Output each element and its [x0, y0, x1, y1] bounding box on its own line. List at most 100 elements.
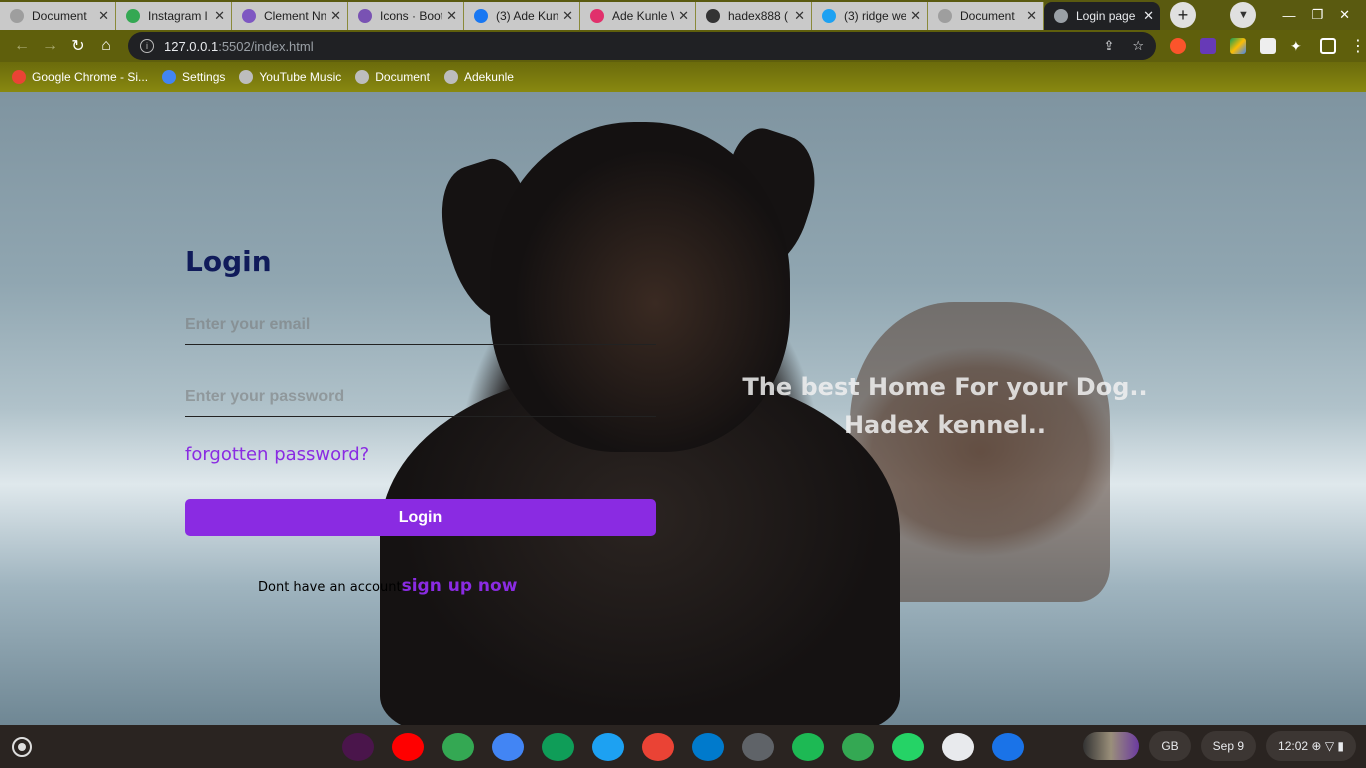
- tab-close-icon[interactable]: ✕: [1143, 8, 1154, 24]
- chrome-app-icon[interactable]: [442, 733, 474, 761]
- bookmark-favicon-icon: [443, 70, 458, 84]
- holding-space-icon[interactable]: [1083, 732, 1140, 760]
- settings-app-icon[interactable]: [742, 733, 774, 761]
- tab-3[interactable]: Icons · Boot ✕: [348, 2, 464, 30]
- tab-close-icon[interactable]: ✕: [562, 8, 573, 24]
- os-shelf: GB Sep 9 12:02 ⊕ ▽ ▮: [0, 725, 1366, 768]
- wifi-icon: ▽: [1324, 739, 1335, 753]
- signup-prompt: Dont have an account: [258, 580, 402, 595]
- tab-title: Ade Kunle W: [612, 9, 674, 23]
- close-window-icon[interactable]: ✕: [1339, 7, 1350, 23]
- sheets-app-icon[interactable]: [542, 733, 574, 761]
- tab-title: (3) Ade Kun: [496, 9, 559, 23]
- email-input[interactable]: [185, 305, 656, 345]
- back-icon[interactable]: ←: [8, 32, 36, 60]
- address-bar[interactable]: i 127.0.0.1:5502/index.html ⇪ ☆: [128, 32, 1156, 60]
- tab-favicon-icon: [474, 9, 488, 23]
- url-host: 127.0.0.1: [164, 38, 219, 54]
- date-display[interactable]: Sep 9: [1200, 731, 1257, 761]
- vscode-app-icon[interactable]: [692, 733, 724, 761]
- bookmark-label: Document: [375, 70, 430, 84]
- tab-4[interactable]: (3) Ade Kun ✕: [464, 2, 580, 30]
- files-app-icon[interactable]: [992, 733, 1024, 761]
- tab-title: Document: [32, 9, 87, 23]
- side-panel-icon[interactable]: [1320, 38, 1336, 54]
- whatsapp-app-icon[interactable]: [892, 733, 924, 761]
- tab-close-icon[interactable]: ✕: [214, 8, 225, 24]
- window-controls: ▼ — ❐ ✕: [1230, 2, 1366, 28]
- hero-line-1: The best Home For your Dog..: [742, 373, 1148, 401]
- bookmark-favicon-icon: [12, 70, 26, 84]
- tab-5[interactable]: Ade Kunle W ✕: [580, 2, 696, 30]
- share-icon[interactable]: ⇪: [1103, 38, 1114, 54]
- bookmarks-bar: Google Chrome - Si... Settings YouTube Mus…: [0, 62, 1366, 92]
- tab-1[interactable]: Instagram l ✕: [116, 2, 232, 30]
- tab-close-icon[interactable]: ✕: [794, 8, 805, 24]
- bookmark-item[interactable]: Adekunle: [443, 70, 514, 84]
- drive-icon[interactable]: [1230, 38, 1246, 54]
- bookmark-item[interactable]: YouTube Music: [239, 70, 341, 84]
- signup-link[interactable]: sign up now: [402, 576, 518, 596]
- tab-close-icon[interactable]: ✕: [910, 8, 921, 24]
- forgot-password-link[interactable]: forgotten password?: [185, 444, 369, 465]
- tab-title: Instagram l: [148, 9, 208, 23]
- gmail-app-icon[interactable]: [642, 733, 674, 761]
- bookmark-label: YouTube Music: [259, 70, 342, 84]
- maximize-icon[interactable]: ❐: [1311, 7, 1323, 23]
- docs-app-icon[interactable]: [492, 733, 524, 761]
- pinned-apps: [342, 733, 1024, 761]
- tab-favicon-icon: [242, 9, 256, 23]
- tab-0[interactable]: Document ✕: [0, 2, 116, 30]
- terminal-app-icon[interactable]: [942, 733, 974, 761]
- tab-favicon-icon: [706, 9, 720, 23]
- home-icon[interactable]: ⌂: [92, 32, 120, 60]
- tab-2[interactable]: Clement Nn ✕: [232, 2, 348, 30]
- reload-icon[interactable]: ↻: [64, 32, 92, 60]
- brave-shield-icon[interactable]: [1170, 38, 1186, 54]
- tab-favicon-icon: [822, 9, 836, 23]
- tab-close-icon[interactable]: ✕: [446, 8, 457, 24]
- signup-row: Dont have an account sign up now: [258, 576, 517, 596]
- youtube-app-icon[interactable]: [392, 733, 424, 761]
- launcher-icon[interactable]: [12, 737, 32, 757]
- tab-title: Login page: [1076, 9, 1136, 23]
- bookmark-star-icon[interactable]: ☆: [1132, 38, 1144, 54]
- tab-7[interactable]: (3) ridge we ✕: [812, 2, 928, 30]
- hero-tagline: The best Home For your Dog.. Hadex kenne…: [700, 368, 1190, 444]
- extensions-puzzle-icon[interactable]: ✦: [1290, 38, 1306, 54]
- menu-kebab-icon[interactable]: ⋮: [1350, 36, 1366, 56]
- new-tab-button[interactable]: +: [1170, 2, 1196, 28]
- bookmark-item[interactable]: Settings: [162, 70, 225, 84]
- tab-close-icon[interactable]: ✕: [1026, 8, 1037, 24]
- twitter-app-icon[interactable]: [592, 733, 624, 761]
- tab-favicon-icon: [126, 9, 140, 23]
- bookmark-item[interactable]: Google Chrome - Si...: [12, 70, 148, 84]
- minimize-icon[interactable]: —: [1282, 8, 1295, 23]
- calendar-extension-icon[interactable]: [1260, 38, 1276, 54]
- tab-8[interactable]: Document ✕: [928, 2, 1044, 30]
- spotify-app-icon[interactable]: [792, 733, 824, 761]
- tab-6[interactable]: hadex888 (✕: [696, 2, 812, 30]
- add-icon: ⊕: [1311, 739, 1322, 753]
- battery-icon: ▮: [1337, 739, 1344, 753]
- forward-icon[interactable]: →: [36, 32, 64, 60]
- tab-title: Icons · Boot: [380, 9, 443, 23]
- tab-favicon-icon: [10, 9, 24, 23]
- clock-and-status[interactable]: 12:02 ⊕ ▽ ▮: [1266, 731, 1356, 761]
- login-button[interactable]: Login: [185, 499, 656, 536]
- password-input[interactable]: [185, 377, 656, 417]
- tab-9[interactable]: Login page ✕: [1044, 2, 1160, 30]
- bookmark-item[interactable]: Document: [355, 70, 430, 84]
- tab-title: Document: [960, 9, 1015, 23]
- maps-app-icon[interactable]: [842, 733, 874, 761]
- keyboard-layout[interactable]: GB: [1149, 731, 1191, 761]
- extension-badge-icon[interactable]: [1200, 38, 1216, 54]
- bookmark-label: Google Chrome - Si...: [32, 70, 149, 84]
- slack-app-icon[interactable]: [342, 733, 374, 761]
- tab-close-icon[interactable]: ✕: [98, 8, 109, 24]
- tab-close-icon[interactable]: ✕: [330, 8, 341, 24]
- login-title: Login: [185, 245, 272, 278]
- site-info-icon[interactable]: i: [140, 39, 154, 53]
- tab-search-icon[interactable]: ▼: [1230, 2, 1257, 28]
- tab-close-icon[interactable]: ✕: [678, 8, 689, 24]
